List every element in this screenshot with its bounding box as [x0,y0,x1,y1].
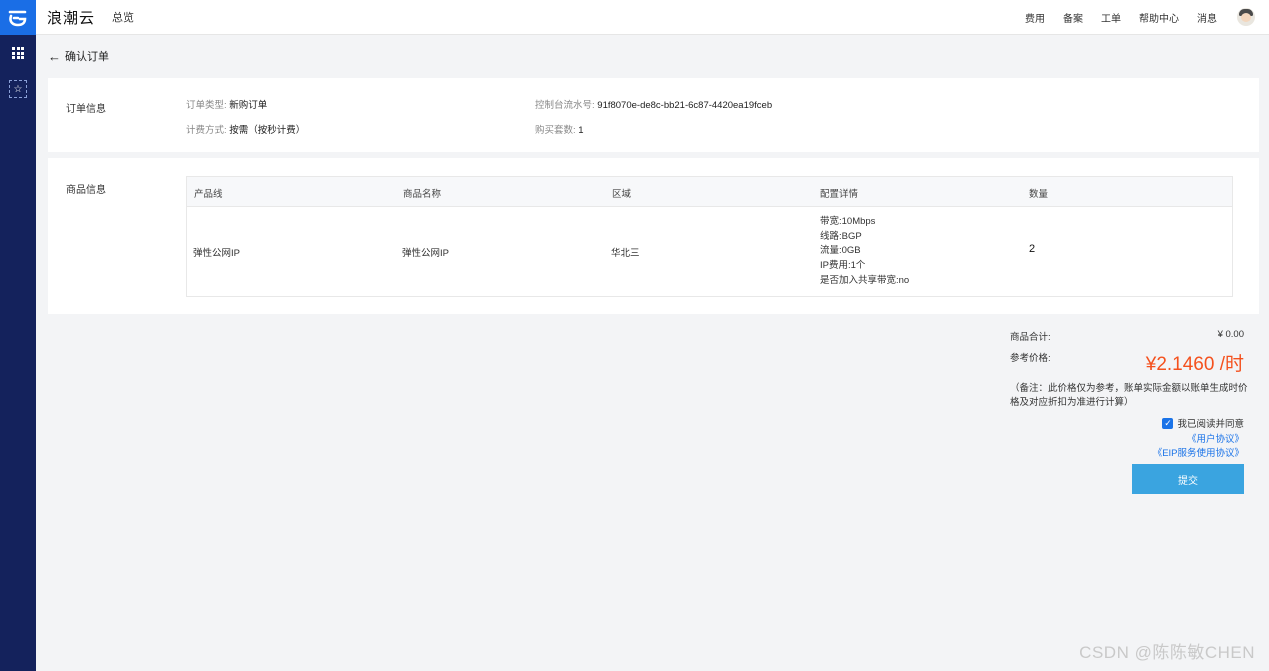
nav-icp[interactable]: 备案 [1063,10,1083,25]
col-product-line: 产品线 [194,189,223,200]
ref-price-label: 参考价格: [1010,353,1051,364]
detail-shared-bandwidth: 是否加入共享带宽:no [820,274,910,286]
all-products-button[interactable] [0,35,36,71]
logo[interactable] [0,0,36,35]
table-row: 弹性公网IP 弹性公网IP 华北三 带宽:10Mbps 线路:BGP 流量:0G… [187,207,1232,296]
sidebar: ☆ [0,0,36,671]
top-bar: 浪潮云 总览 费用 备案 工单 帮助中心 消息 [36,0,1269,35]
detail-line: 线路:BGP [820,230,862,242]
billing-method: 计费方式: 按需（按秒计费） [186,125,306,136]
user-agreement-link[interactable]: 《用户协议》 [1187,431,1244,445]
console-flow-no: 控制台流水号: 91f8070e-de8c-bb21-6c87-4420ea19… [535,100,773,111]
order-info-title: 订单信息 [66,104,106,115]
table-header: 产品线 商品名称 区域 配置详情 数量 [187,177,1232,207]
order-info-card: 订单信息 订单类型: 新购订单 控制台流水号: 91f8070e-de8c-bb… [48,78,1259,152]
ref-price-value: ¥2.1460 /时 [1145,354,1244,375]
goods-info-title: 商品信息 [66,185,106,196]
goods-info-card: 商品信息 产品线 商品名称 区域 配置详情 数量 弹性公网IP 弹性公网IP 华… [48,158,1259,314]
nav-messages[interactable]: 消息 [1197,10,1217,25]
detail-bandwidth: 带宽:10Mbps [820,216,876,227]
top-nav: 费用 备案 工单 帮助中心 消息 [1007,8,1255,26]
brand-name[interactable]: 浪潮云 [47,7,95,28]
page-title: 确认订单 [65,51,109,63]
agree-text: 我已阅读并同意 [1177,419,1244,430]
nav-tickets[interactable]: 工单 [1101,10,1121,25]
avatar[interactable] [1237,8,1255,26]
cell-quantity: 2 [1029,243,1036,255]
subtotal-value: ¥ 0.00 [1217,329,1244,340]
nav-overview[interactable]: 总览 [112,9,134,25]
nav-fees[interactable]: 费用 [1025,10,1045,25]
goods-table: 产品线 商品名称 区域 配置详情 数量 弹性公网IP 弹性公网IP 华北三 带宽… [186,176,1233,297]
inspur-logo-icon [8,10,27,26]
page-header: ← 确认订单 [48,48,109,64]
favorites-button[interactable]: ☆ [0,71,36,107]
grid-icon [12,47,24,59]
subtotal-label: 商品合计: [1010,332,1051,343]
col-product-name: 商品名称 [403,189,442,200]
col-region: 区域 [612,189,632,200]
purchase-sets: 购买套数: 1 [535,125,584,136]
detail-traffic: 流量:0GB [820,245,861,257]
submit-button[interactable]: 提交 [1132,464,1244,494]
detail-ip-fee: IP费用:1个 [820,260,866,272]
cell-product-name: 弹性公网IP [402,248,449,259]
watermark: CSDN @陈陈敏CHEN [1079,643,1255,662]
cell-region: 华北三 [611,248,640,259]
cell-config-details: 带宽:10Mbps 线路:BGP 流量:0GB IP费用:1个 是否加入共享带宽… [820,215,909,289]
cell-product-line: 弹性公网IP [193,248,240,259]
nav-help-center[interactable]: 帮助中心 [1139,10,1179,25]
order-type: 订单类型: 新购订单 [186,100,268,111]
col-quantity: 数量 [1029,189,1049,200]
arrow-left-icon[interactable]: ← [48,49,61,64]
agree-checkbox[interactable]: ✓ [1162,417,1174,429]
eip-agreement-link[interactable]: 《EIP服务使用协议》 [1153,445,1244,459]
agree-checkbox-row[interactable]: ✓ 我已阅读并同意 [1162,416,1244,430]
col-config-details: 配置详情 [820,189,859,200]
star-icon: ☆ [9,80,27,98]
price-note: （备注：此价格仅为参考，账单实际金额以账单生成时价格及对应折扣为准进行计算） [1010,383,1248,408]
